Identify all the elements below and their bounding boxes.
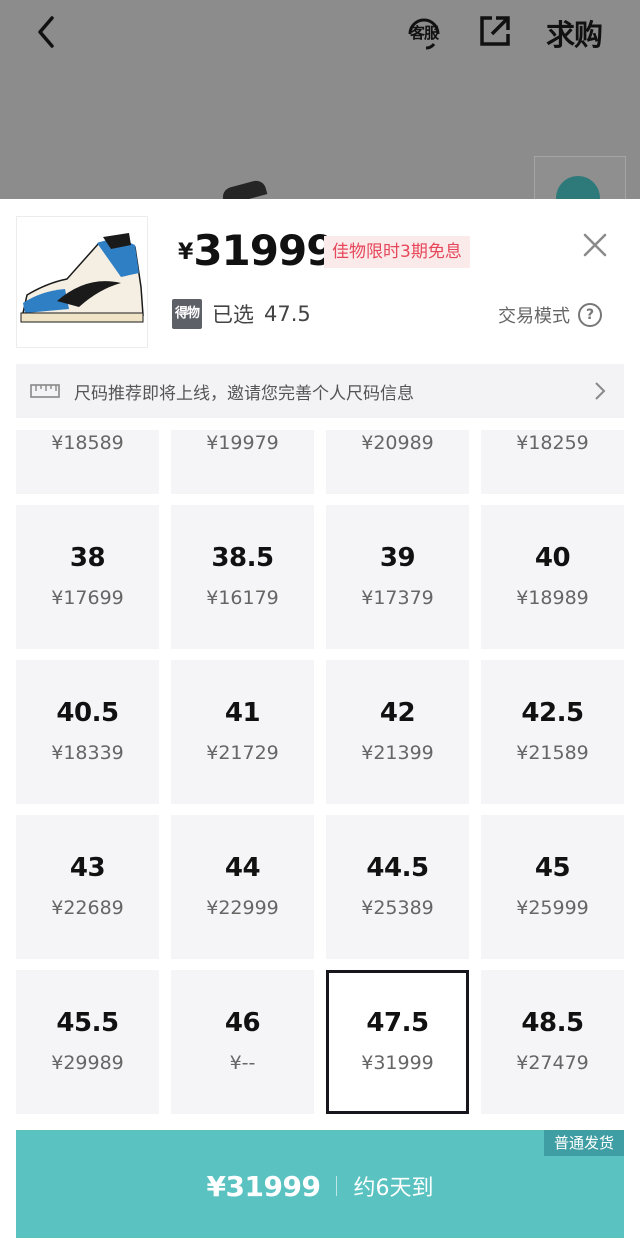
sneaker-image	[17, 217, 147, 347]
size-option-price: ¥31999	[361, 1052, 434, 1074]
size-option-cell[interactable]: ¥18589	[16, 430, 159, 494]
price-currency: ¥	[178, 240, 194, 265]
size-option-cell[interactable]: 41 ¥21729	[171, 660, 314, 804]
size-option-price: ¥--	[229, 1052, 256, 1074]
buy-button-content: ¥31999 约6天到	[16, 1168, 624, 1204]
chevron-right-icon	[595, 382, 606, 400]
size-option-cell[interactable]: 48.5 ¥27479	[481, 970, 624, 1114]
size-recommend-banner[interactable]: 尺码推荐即将上线，邀请您完善个人尺码信息	[16, 364, 624, 418]
size-option-cell[interactable]: 42 ¥21399	[326, 660, 469, 804]
size-option-price: ¥21399	[361, 742, 434, 764]
size-option-size: 42.5	[521, 698, 584, 728]
size-option-size: 44	[224, 853, 261, 883]
size-option-size: 41	[224, 698, 261, 728]
size-option-cell[interactable]: 46 ¥--	[171, 970, 314, 1114]
size-option-cell[interactable]: ¥18259	[481, 430, 624, 494]
selected-size-value: 47.5	[264, 302, 311, 326]
customer-service-button[interactable]: 客服	[404, 12, 444, 52]
want-to-buy-button[interactable]: 求购	[546, 12, 603, 54]
size-option-price: ¥29989	[51, 1052, 124, 1074]
size-option-size: 46	[224, 1008, 261, 1038]
size-option-cell[interactable]: 38 ¥17699	[16, 505, 159, 649]
size-option-size: 45.5	[56, 1008, 119, 1038]
size-option-size: 42	[379, 698, 416, 728]
product-thumbnail	[16, 216, 148, 348]
size-option-cell[interactable]: 38.5 ¥16179	[171, 505, 314, 649]
size-option-price: ¥17379	[361, 587, 434, 609]
size-option-cell[interactable]: 40.5 ¥18339	[16, 660, 159, 804]
size-option-cell[interactable]: 43 ¥22689	[16, 815, 159, 959]
size-option-price: ¥25389	[361, 897, 434, 919]
size-option-price: ¥25999	[516, 897, 589, 919]
size-option-size: 48.5	[521, 1008, 584, 1038]
share-icon[interactable]	[476, 12, 514, 50]
size-option-cell[interactable]: 42.5 ¥21589	[481, 660, 624, 804]
shipping-type-tag: 普通发货	[543, 1130, 624, 1156]
installment-promo-badge: 佳物限时3期免息	[324, 236, 470, 268]
size-option-size: 40	[534, 543, 571, 573]
trade-mode-label: 交易模式	[498, 306, 570, 327]
size-option-price: ¥27479	[516, 1052, 589, 1074]
size-option-price: ¥22999	[206, 897, 279, 919]
size-option-price: ¥18989	[516, 587, 589, 609]
size-option-cell[interactable]: ¥20989	[326, 430, 469, 494]
size-option-price: ¥21729	[206, 742, 279, 764]
selected-size-row: 得物 已选 47.5	[172, 298, 311, 330]
customer-service-label: 客服	[409, 24, 439, 42]
trade-mode-button[interactable]: 交易模式 ?	[498, 302, 602, 328]
size-grid: ¥18589 ¥19979 ¥20989 ¥18259 38 ¥17699 38.5 ¥161…	[16, 430, 624, 1114]
size-option-cell[interactable]: 47.5 ¥31999	[326, 970, 469, 1114]
price-value: 31999	[193, 226, 335, 275]
size-option-cell[interactable]: 45.5 ¥29989	[16, 970, 159, 1114]
size-option-size: 45	[534, 853, 571, 883]
size-option-price: ¥21589	[516, 742, 589, 764]
size-option-size: 38.5	[211, 543, 274, 573]
size-recommend-text: 尺码推荐即将上线，邀请您完善个人尺码信息	[74, 383, 414, 404]
size-option-cell[interactable]: 44 ¥22999	[171, 815, 314, 959]
ruler-icon	[30, 384, 60, 398]
size-option-price: ¥16179	[206, 587, 279, 609]
size-option-price: ¥18339	[51, 742, 124, 764]
size-option-price: ¥19979	[206, 432, 279, 454]
background-page-overlay: 客服 求购	[0, 0, 640, 220]
size-option-price: ¥20989	[361, 432, 434, 454]
delivery-eta: 约6天到	[353, 1176, 434, 1201]
size-option-size: 47.5	[366, 1008, 429, 1038]
help-icon: ?	[578, 303, 602, 327]
size-option-size: 39	[379, 543, 416, 573]
buy-price: ¥31999	[206, 1169, 321, 1203]
back-icon[interactable]	[30, 12, 64, 52]
size-option-price: ¥17699	[51, 587, 124, 609]
size-grid-scroll[interactable]: ¥18589 ¥19979 ¥20989 ¥18259 38 ¥17699 38.5 ¥161…	[0, 430, 640, 1120]
current-price: ¥31999	[178, 226, 335, 275]
size-option-price: ¥18259	[516, 432, 589, 454]
brand-logo: 得物	[172, 299, 202, 329]
size-option-cell[interactable]: 44.5 ¥25389	[326, 815, 469, 959]
size-option-cell[interactable]: 39 ¥17379	[326, 505, 469, 649]
size-option-cell[interactable]: 45 ¥25999	[481, 815, 624, 959]
size-option-price: ¥18589	[51, 432, 124, 454]
size-option-cell[interactable]: 40 ¥18989	[481, 505, 624, 649]
size-option-size: 44.5	[366, 853, 429, 883]
buy-button[interactable]: 普通发货 ¥31999 约6天到	[16, 1130, 624, 1238]
size-option-size: 38	[69, 543, 106, 573]
divider	[336, 1176, 338, 1196]
size-option-size: 40.5	[56, 698, 119, 728]
size-option-price: ¥22689	[51, 897, 124, 919]
close-icon[interactable]	[578, 228, 612, 262]
selected-label: 已选	[212, 303, 254, 327]
size-option-cell[interactable]: ¥19979	[171, 430, 314, 494]
top-nav-bar: 客服 求购	[0, 0, 640, 64]
size-option-size: 43	[69, 853, 106, 883]
